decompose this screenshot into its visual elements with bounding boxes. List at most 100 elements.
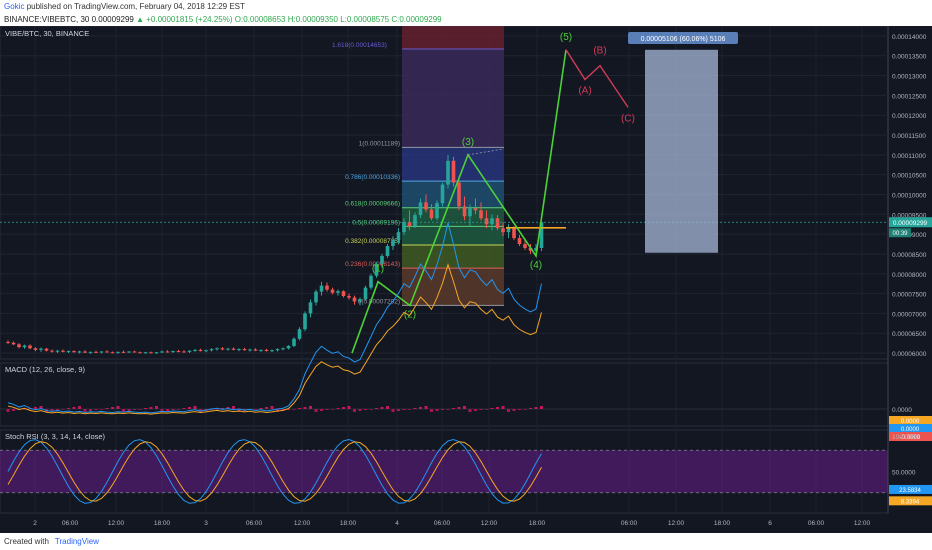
macd-histogram-bar: [325, 409, 329, 410]
macd-histogram-bar: [512, 409, 516, 411]
tradingview-logo[interactable]: TradingView: [55, 537, 99, 546]
candle-body: [231, 348, 236, 350]
footer: Created with TradingView: [0, 533, 932, 550]
candle-body: [22, 345, 27, 348]
candle-body: [429, 209, 434, 219]
macd-histogram-bar: [270, 406, 274, 409]
candle-body: [253, 349, 258, 351]
candle-body: [402, 222, 406, 233]
candle-body: [495, 218, 500, 229]
candle-body: [165, 351, 170, 353]
time-tick-label: 2: [33, 520, 37, 527]
time-tick-label: 12:00: [481, 520, 498, 527]
candle-body: [303, 313, 307, 330]
candle-body: [270, 350, 274, 352]
macd-histogram-bar: [490, 408, 494, 409]
macd-histogram-bar: [78, 406, 81, 409]
fib-level-label: 0.786(0.00010336): [345, 174, 400, 181]
macd-histogram-bar: [452, 408, 455, 409]
candle-body: [248, 349, 252, 351]
candle-body: [198, 349, 203, 352]
elliott-wave-label: (4): [530, 260, 542, 271]
candle-body: [385, 246, 390, 256]
candle-body: [517, 238, 522, 245]
price-tick-label: 0.00008000: [892, 272, 927, 279]
macd-histogram-bar: [380, 407, 384, 409]
stoch-label: Stoch RSI (3, 3, 14, 14, close): [5, 432, 106, 441]
chart-canvas[interactable]: 0.00014000 0.00013500 0.00013000 0.00012500…: [0, 26, 932, 533]
candle-body: [149, 352, 153, 354]
macd-tick-label: 0.0000: [892, 407, 912, 414]
candle-body: [226, 348, 230, 350]
macd-histogram-bar: [298, 408, 301, 409]
price-tick-label: 0.00011500: [892, 133, 926, 140]
author-link[interactable]: Gokic: [4, 2, 24, 11]
candle-body: [127, 351, 131, 353]
price-tick-label: 0.00010500: [892, 173, 927, 180]
fib-zone: [402, 48, 504, 148]
candle-body: [435, 203, 439, 219]
time-tick-label: 06:00: [62, 520, 79, 527]
candle-body: [380, 255, 384, 264]
macd-histogram-bar: [485, 409, 488, 410]
macd-histogram-bar: [138, 409, 142, 410]
candle-body: [182, 351, 186, 353]
target-box: [645, 49, 718, 253]
symbol-header: BINANCE:VIBEBTC, 30 0.00009299 ▲ +0.0000…: [0, 13, 932, 26]
candle-body: [286, 345, 291, 349]
macd-histogram-bar: [540, 406, 543, 409]
fib-zone: [402, 26, 504, 49]
target-box-label: 0.00005106 (60.06%) 5106: [641, 36, 726, 43]
time-tick-label: 18:00: [154, 520, 171, 527]
macd-histogram-bar: [441, 409, 444, 410]
candle-body: [105, 351, 109, 353]
macd-histogram-bar: [56, 409, 59, 410]
macd-histogram-bar: [336, 408, 340, 409]
macd-pane: [0, 362, 889, 427]
price-tick-label: 0.00014000: [892, 34, 927, 41]
stoch-badge-label: 8.3394: [901, 499, 920, 505]
candle-body: [484, 218, 489, 225]
fib-zone: [402, 207, 504, 227]
macd-histogram-bar: [375, 408, 378, 409]
macd-histogram-bar: [193, 406, 197, 409]
ohlc-values: O:0.00008653 H:0.00009350 L:0.00008575 C…: [234, 15, 442, 24]
publish-header: Gokic published on TradingView.com, Febr…: [0, 0, 932, 13]
macd-histogram-bar: [89, 409, 92, 411]
time-tick-label: 06:00: [808, 520, 825, 527]
candle-body: [242, 349, 247, 351]
time-tick-label: 3: [204, 520, 208, 527]
macd-histogram-bar: [83, 409, 87, 412]
macd-histogram-bar: [331, 409, 334, 410]
candle-body: [94, 351, 98, 353]
candle-body: [160, 351, 164, 353]
macd-histogram-bar: [474, 409, 477, 411]
macd-histogram-bar: [402, 409, 406, 410]
candle-body: [220, 348, 225, 350]
time-tick-label: 06:00: [434, 520, 451, 527]
candle-body: [407, 222, 412, 227]
macd-histogram-bar: [397, 409, 400, 411]
fib-level-label: 0.618(0.00009666): [345, 201, 400, 208]
candle-body: [479, 210, 483, 219]
candle-body: [462, 206, 467, 217]
macd-histogram-bar: [232, 406, 235, 409]
macd-histogram-bar: [166, 409, 169, 411]
candle-body: [341, 291, 346, 296]
macd-histogram-bar: [127, 409, 131, 411]
time-tick-label: 18:00: [529, 520, 546, 527]
elliott-wave-label: (5): [560, 32, 572, 43]
candle-body: [215, 348, 219, 350]
footer-created: Created with: [4, 537, 49, 546]
macd-histogram-bar: [391, 409, 395, 412]
fib-level-label: 1.618(0.00014653): [332, 42, 387, 49]
elliott-wave-label: (C): [621, 113, 635, 124]
elliott-wave-label: (1): [372, 264, 384, 275]
macd-histogram-bar: [523, 409, 527, 410]
candle-body: [77, 351, 82, 353]
macd-histogram-bar: [468, 409, 472, 412]
candle-body: [413, 215, 417, 227]
macd-histogram-bar: [34, 407, 37, 409]
macd-histogram-bar: [369, 409, 373, 410]
candle-body: [116, 351, 120, 353]
